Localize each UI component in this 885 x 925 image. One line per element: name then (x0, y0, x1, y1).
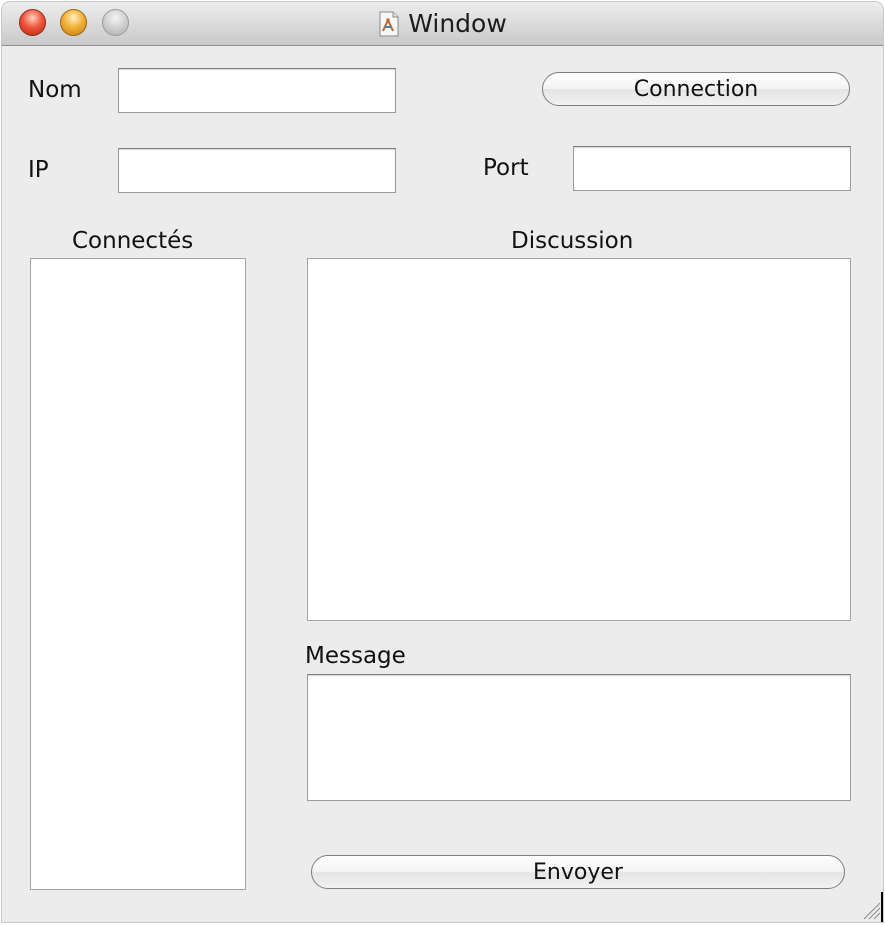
discussion-area[interactable] (307, 258, 851, 621)
port-input[interactable] (573, 146, 851, 191)
connected-users-list[interactable] (30, 258, 246, 890)
send-button[interactable]: Envoyer (311, 855, 845, 889)
discussion-label: Discussion (511, 228, 634, 254)
port-label: Port (483, 155, 529, 181)
title-bar[interactable]: Window (2, 2, 883, 46)
nom-input[interactable] (118, 68, 396, 113)
app-window: Window Nom Connection IP Port Connectés … (2, 2, 883, 922)
connection-button[interactable]: Connection (542, 72, 850, 106)
window-title-group: Window (2, 2, 883, 45)
ip-label: IP (28, 157, 49, 183)
ip-input[interactable] (118, 148, 396, 193)
connected-users-label: Connectés (72, 228, 194, 254)
message-label: Message (305, 643, 406, 669)
resize-grip-icon[interactable] (859, 898, 881, 920)
text-cursor-icon (881, 892, 883, 922)
message-input[interactable] (307, 674, 851, 801)
window-title: Window (408, 9, 507, 38)
nom-label: Nom (28, 77, 82, 103)
java-app-icon (378, 11, 400, 37)
